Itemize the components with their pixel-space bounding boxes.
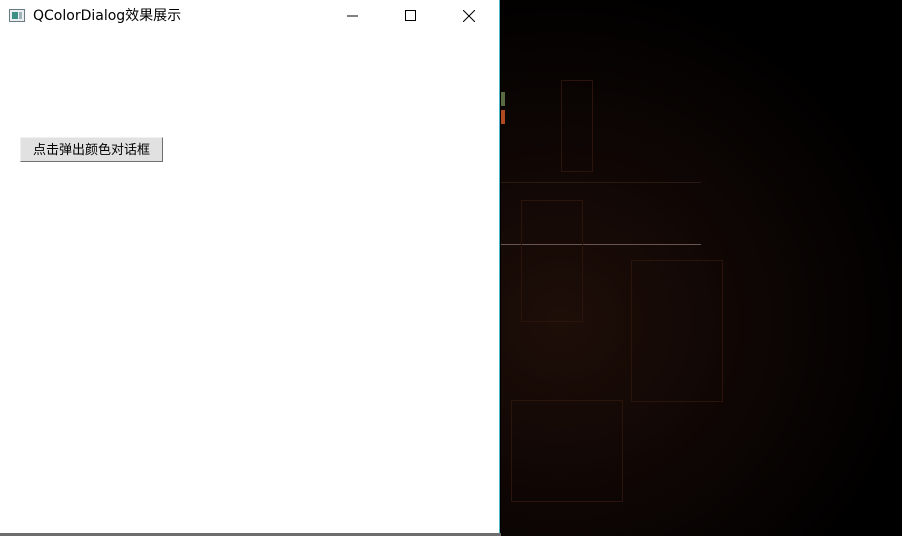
app-icon-side (19, 12, 22, 19)
background-shape (511, 400, 623, 502)
open-color-dialog-button[interactable]: 点击弹出颜色对话框 (20, 137, 163, 162)
maximize-icon (405, 10, 416, 21)
background-shape (521, 200, 583, 322)
title-bar[interactable]: QColorDialog效果展示 (0, 0, 499, 32)
close-icon (463, 10, 475, 22)
desktop-background (501, 0, 902, 536)
background-shape (561, 80, 593, 172)
background-shape (631, 260, 723, 402)
background-edge-mark (501, 110, 505, 124)
background-edge-mark (501, 92, 505, 106)
minimize-button[interactable] (330, 0, 376, 32)
background-line (501, 182, 701, 183)
qcolordialog-demo-window: QColorDialog效果展示 点击弹出颜色对话框 (0, 0, 500, 536)
app-icon-inner (12, 12, 18, 19)
app-window-icon[interactable] (9, 9, 25, 22)
screen: QColorDialog效果展示 点击弹出颜色对话框 (0, 0, 902, 536)
close-button[interactable] (446, 0, 492, 32)
window-title: QColorDialog效果展示 (33, 8, 182, 24)
maximize-button[interactable] (388, 0, 434, 32)
minimize-icon (347, 15, 358, 17)
